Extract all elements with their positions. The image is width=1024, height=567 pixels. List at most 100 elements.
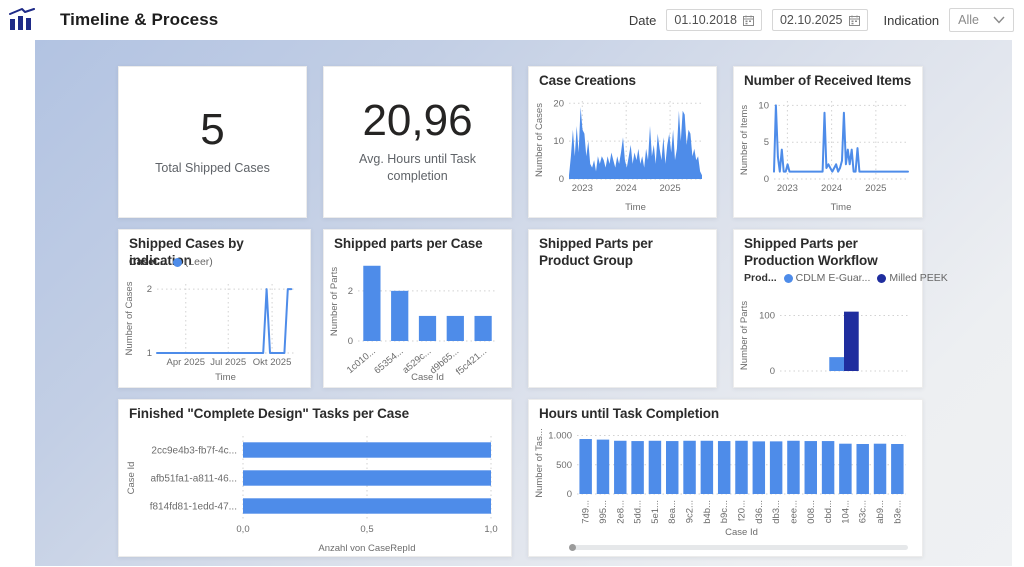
svg-text:Time: Time: [831, 202, 852, 213]
parts-per-case-chart[interactable]: 021c010...65354...a529c...d9b65...f5c421…: [328, 254, 507, 383]
horizontal-scrollbar[interactable]: [569, 545, 908, 550]
legend-title: Prod...: [744, 272, 777, 284]
kpi-label: Total Shipped Cases: [133, 160, 292, 177]
svg-text:Number of Parts: Number of Parts: [329, 267, 340, 336]
svg-text:10: 10: [758, 100, 769, 111]
legend-title: CaseI...: [129, 256, 166, 268]
card-production-workflow: Shipped Parts per Production Workflow Pr…: [733, 229, 923, 388]
shipped-by-indication-chart[interactable]: 12Apr 2025Jul 2025Okt 2025TimeNumber of …: [123, 276, 306, 383]
svg-text:10: 10: [553, 136, 564, 147]
legend-item-label: CDLM E-Guar...: [796, 272, 871, 284]
svg-text:b4b...: b4b...: [702, 500, 713, 524]
legend-dot-icon: [173, 258, 182, 267]
legend-item-label: (Leer): [185, 256, 213, 268]
report-canvas: 5 Total Shipped Cases 20,96 Avg. Hours u…: [35, 40, 1012, 566]
dashboard-page: Timeline & Process Date 01.10.2018 02.10…: [0, 0, 1024, 567]
card-shipped-by-indication: Shipped Cases by indication CaseI... (Le…: [118, 229, 311, 388]
svg-text:b9c...: b9c...: [719, 500, 730, 523]
svg-text:Jul 2025: Jul 2025: [210, 357, 246, 368]
kpi-card-total-shipped-cases[interactable]: 5 Total Shipped Cases: [118, 66, 307, 218]
date-from-input[interactable]: 01.10.2018: [666, 9, 762, 31]
svg-text:1.000: 1.000: [548, 431, 572, 442]
chart-title: Shipped Parts per Production Workflow: [734, 230, 922, 270]
svg-text:Case Id: Case Id: [411, 372, 444, 383]
svg-text:2024: 2024: [821, 183, 842, 194]
svg-text:2e8...: 2e8...: [615, 500, 626, 524]
chart-title: Shipped Parts per Product Group: [529, 230, 716, 270]
card-parts-per-case: Shipped parts per Case 0 2 1c010...65354..…: [323, 229, 512, 388]
kpi-value: 5: [200, 108, 224, 152]
svg-text:5: 5: [764, 137, 769, 148]
svg-text:2025: 2025: [865, 183, 886, 194]
production-workflow-chart[interactable]: 0100Number of Parts: [738, 294, 918, 383]
case-creations-chart[interactable]: 01020202320242025TimeNumber of Cases: [533, 91, 712, 213]
chart-title: Shipped parts per Case: [324, 230, 511, 253]
svg-text:2: 2: [147, 284, 152, 295]
svg-text:afb51fa1-a811-46...: afb51fa1-a811-46...: [150, 474, 237, 485]
svg-text:d36...: d36...: [754, 500, 765, 524]
indication-dropdown-value: Alle: [958, 13, 979, 27]
svg-text:1: 1: [147, 348, 152, 359]
svg-text:0: 0: [559, 174, 564, 185]
svg-text:Time: Time: [215, 372, 236, 383]
chart-title: Hours until Task Completion: [529, 400, 922, 423]
scrollbar-thumb[interactable]: [569, 544, 576, 551]
card-finished-tasks: Finished "Complete Design" Tasks per Cas…: [118, 399, 512, 557]
calendar-icon[interactable]: [743, 15, 754, 26]
svg-text:0: 0: [770, 366, 775, 377]
legend-dot-icon: [784, 274, 793, 283]
svg-text:Number of Cases: Number of Cases: [124, 281, 135, 355]
svg-text:Case Id: Case Id: [126, 462, 137, 495]
svg-text:9c2...: 9c2...: [685, 500, 696, 523]
hours-completion-chart[interactable]: 05001.0007d9...995...2e8...5dd...5e1...8…: [533, 424, 916, 538]
svg-text:008...: 008...: [806, 500, 817, 524]
svg-text:f5c421...: f5c421...: [454, 346, 489, 378]
svg-text:0: 0: [764, 174, 769, 185]
svg-text:db3...: db3...: [771, 500, 782, 524]
legend-item[interactable]: Milled PEEK: [877, 272, 947, 284]
date-filter-label: Date: [629, 13, 656, 28]
date-from-value: 01.10.2018: [674, 13, 737, 27]
svg-text:65354...: 65354...: [372, 346, 405, 377]
finished-tasks-chart[interactable]: 0,00,51,02cc9e4b3-fb7f-4c...afb51fa1-a81…: [125, 426, 503, 554]
svg-text:ab9...: ab9...: [875, 500, 886, 524]
svg-text:0,0: 0,0: [236, 524, 249, 535]
indication-filter-label: Indication: [884, 13, 940, 28]
kpi-card-avg-hours[interactable]: 20,96 Avg. Hours until Task completion: [323, 66, 512, 218]
legend: Prod... CDLM E-Guar... Milled PEEK: [744, 272, 948, 284]
indication-dropdown[interactable]: Alle: [949, 8, 1014, 32]
legend-item[interactable]: CDLM E-Guar...: [784, 272, 871, 284]
svg-text:2024: 2024: [616, 183, 637, 194]
chart-title: Case Creations: [529, 67, 716, 90]
svg-text:Number of Tas...: Number of Tas...: [534, 428, 545, 498]
card-received-items: Number of Received Items 051020232024202…: [733, 66, 923, 218]
svg-text:104...: 104...: [840, 500, 851, 524]
kpi-label: Avg. Hours until Task completion: [324, 151, 511, 185]
date-to-input[interactable]: 02.10.2025: [772, 9, 868, 31]
card-hours-completion: Hours until Task Completion 05001.0007d9…: [528, 399, 923, 557]
kpi-value: 20,96: [362, 99, 472, 143]
legend: CaseI... (Leer): [129, 256, 213, 268]
svg-text:1,0: 1,0: [484, 524, 497, 535]
svg-text:f814fd81-1edd-47...: f814fd81-1edd-47...: [150, 502, 237, 513]
page-title: Timeline & Process: [60, 10, 218, 30]
svg-text:f20...: f20...: [737, 500, 748, 521]
calendar-icon[interactable]: [849, 15, 860, 26]
svg-text:8ea...: 8ea...: [667, 500, 678, 524]
svg-text:63c...: 63c...: [858, 500, 869, 523]
svg-text:0: 0: [348, 336, 353, 347]
svg-text:2: 2: [348, 286, 353, 297]
legend-item-label: Milled PEEK: [889, 272, 947, 284]
legend-item[interactable]: (Leer): [173, 256, 213, 268]
svg-text:2025: 2025: [660, 183, 681, 194]
svg-text:1c010...: 1c010...: [345, 346, 378, 376]
svg-text:Anzahl von CaseRepId: Anzahl von CaseRepId: [318, 543, 415, 554]
date-to-value: 02.10.2025: [780, 13, 843, 27]
svg-text:2023: 2023: [777, 183, 798, 194]
card-product-group: Shipped Parts per Product Group: [528, 229, 717, 388]
svg-text:2023: 2023: [572, 183, 593, 194]
received-items-chart[interactable]: 0510202320242025TimeNumber of Items: [738, 91, 918, 213]
app-header: Timeline & Process Date 01.10.2018 02.10…: [0, 0, 1024, 40]
svg-text:cbd...: cbd...: [823, 500, 834, 523]
svg-text:5dd...: 5dd...: [633, 500, 644, 524]
